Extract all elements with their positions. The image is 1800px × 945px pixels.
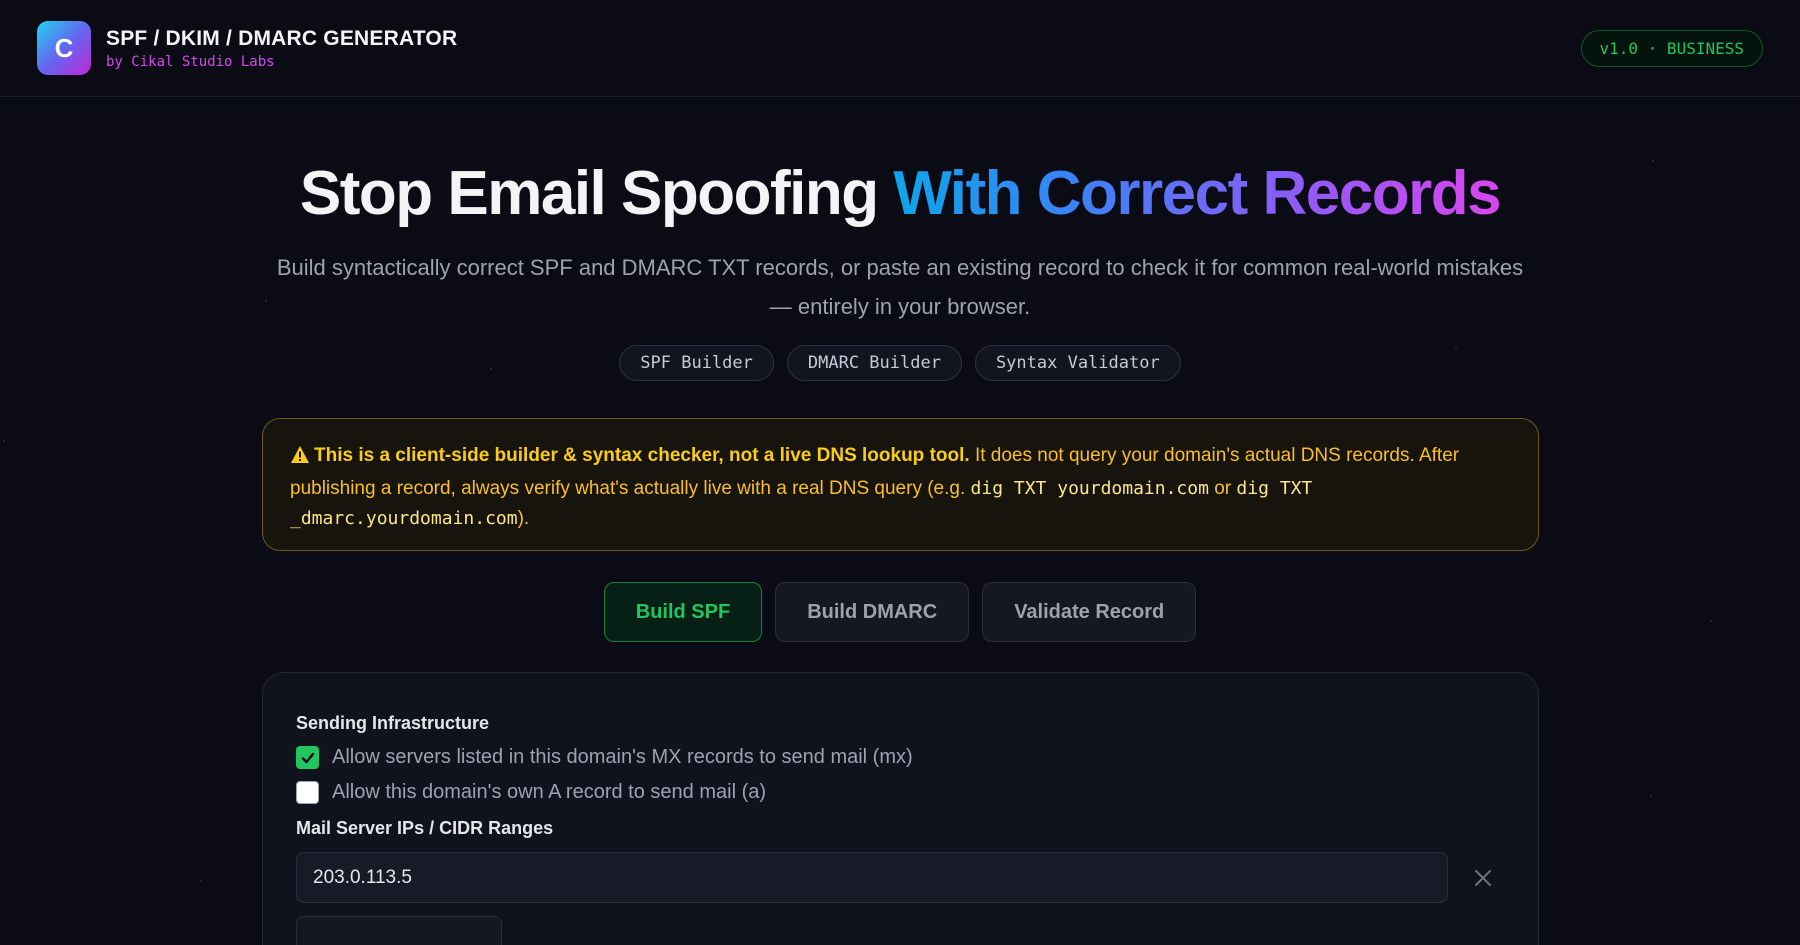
tab-validate-record[interactable]: Validate Record <box>982 582 1197 642</box>
a-record-option[interactable]: Allow this domain's own A record to send… <box>296 781 1505 804</box>
warning-code-1: dig TXT yourdomain.com <box>970 478 1209 499</box>
chip-syntax-validator: Syntax Validator <box>974 345 1181 381</box>
version-badge: v1.0 · BUSINESS <box>1580 29 1763 67</box>
brand-text: SPF / DKIM / DMARC GENERATOR by Cikal St… <box>106 27 457 70</box>
warning-triangle-icon <box>290 444 310 474</box>
mode-tabs: Build SPF Build DMARC Validate Record <box>0 582 1800 642</box>
tab-build-dmarc[interactable]: Build DMARC <box>775 582 970 642</box>
chip-spf-builder: SPF Builder <box>619 345 774 381</box>
cikal-logo-icon: C <box>37 21 91 75</box>
check-icon <box>301 752 314 763</box>
mx-option[interactable]: Allow servers listed in this domain's MX… <box>296 746 1505 769</box>
hero-title: Stop Email Spoofing With Correct Records <box>0 158 1800 229</box>
warning-notice: This is a client-side builder & syntax c… <box>262 418 1539 551</box>
ip-input[interactable] <box>296 852 1448 903</box>
a-record-checkbox[interactable] <box>296 781 319 804</box>
feature-chips: SPF Builder DMARC Builder Syntax Validat… <box>0 345 1800 381</box>
app-subtitle: by Cikal Studio Labs <box>106 53 275 70</box>
top-bar: C SPF / DKIM / DMARC GENERATOR by Cikal … <box>0 0 1800 97</box>
warning-text-2: or <box>1208 478 1237 499</box>
logo-letter: C <box>54 32 74 63</box>
app-title: SPF / DKIM / DMARC GENERATOR <box>106 26 458 50</box>
chip-dmarc-builder: DMARC Builder <box>786 345 962 381</box>
hero-title-plain: Stop Email Spoofing <box>299 159 879 228</box>
hero-description: Build syntactically correct SPF and DMAR… <box>276 255 1524 319</box>
ip-ranges-label: Mail Server IPs / CIDR Ranges <box>296 818 554 838</box>
a-record-option-label: Allow this domain's own A record to send… <box>332 781 767 803</box>
warning-text-3: ). <box>517 508 530 529</box>
add-ip-button[interactable] <box>296 916 502 945</box>
spf-builder-panel: Sending Infrastructure Allow servers lis… <box>262 672 1539 945</box>
tab-build-spf[interactable]: Build SPF <box>603 582 763 642</box>
close-icon[interactable] <box>1468 863 1498 893</box>
ip-entry-row <box>296 852 1505 903</box>
mx-checkbox[interactable] <box>296 746 319 769</box>
warning-bold: This is a client-side builder & syntax c… <box>314 445 970 466</box>
sending-infrastructure-label: Sending Infrastructure <box>296 713 490 733</box>
mx-option-label: Allow servers listed in this domain's MX… <box>332 746 913 768</box>
brand[interactable]: C SPF / DKIM / DMARC GENERATOR by Cikal … <box>37 21 457 75</box>
hero-title-highlight: With Correct Records <box>893 159 1501 228</box>
